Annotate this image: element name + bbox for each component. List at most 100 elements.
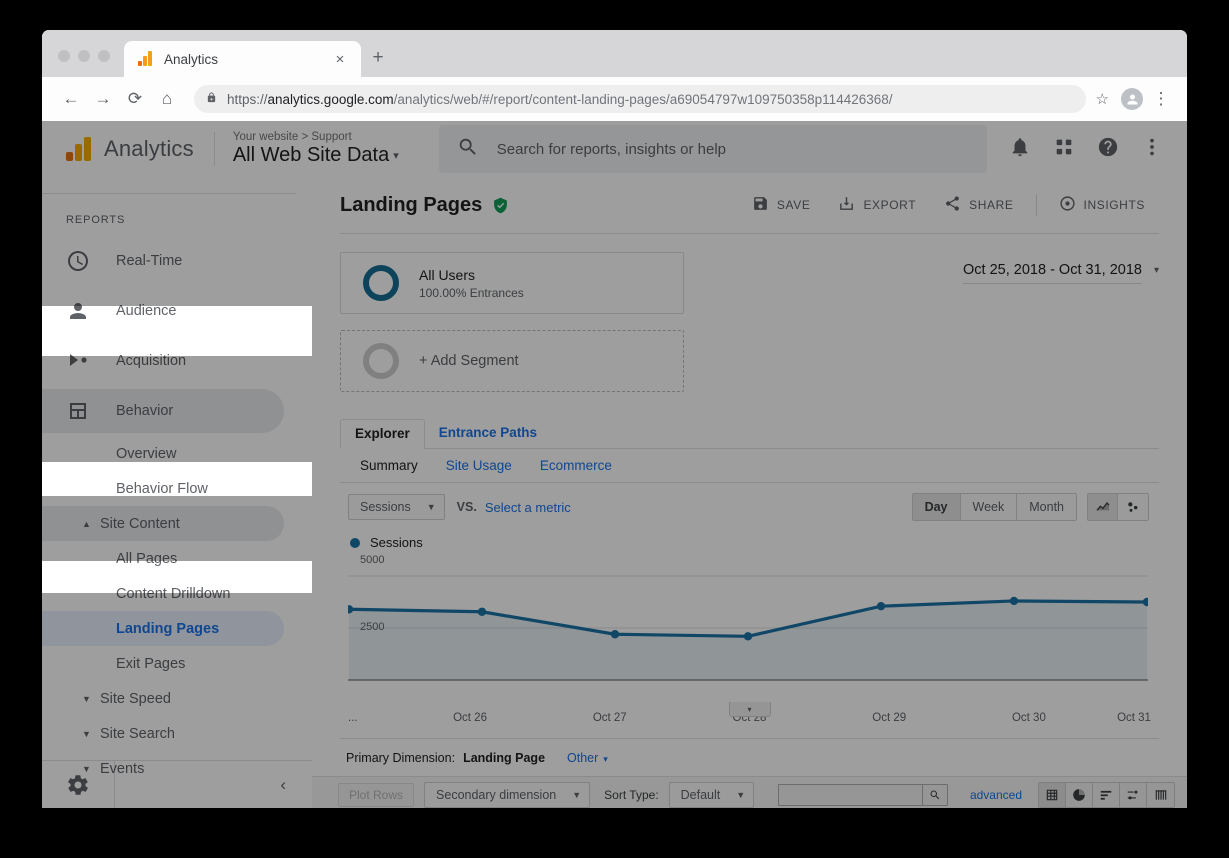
date-range-picker[interactable]: Oct 25, 2018 - Oct 31, 2018 ▾ [963,262,1159,284]
insights-button[interactable]: INSIGHTS [1045,189,1159,221]
browser-tab[interactable]: Analytics × [124,41,361,77]
property-name[interactable]: All Web Site Data ▾ [233,144,399,167]
table-search-icon[interactable] [921,784,948,806]
minimize-window-button[interactable] [78,50,90,62]
metric-select[interactable]: Sessions ▼ [348,494,445,520]
sidebar-sub-label: Events [100,760,145,777]
add-segment-button[interactable]: + Add Segment [340,330,684,392]
lock-icon [206,91,217,107]
global-search-input[interactable]: Search for reports, insights or help [497,141,726,158]
sidebar-item-audience[interactable]: Audience [42,286,312,336]
header-icon-group [1009,136,1187,163]
segment-list: All Users 100.00% Entrances + Add Segmen… [340,252,684,392]
segment-all-users[interactable]: All Users 100.00% Entrances [340,252,684,314]
sessions-line-chart[interactable]: 5000 2500 ▾ [348,554,1151,717]
chart-toolbar: Sessions ▼ VS. Select a metric Day Week … [340,483,1159,531]
address-bar[interactable]: https://analytics.google.com/analytics/w… [194,85,1086,113]
url-text: https://analytics.google.com/analytics/w… [227,92,893,107]
chevron-down-icon: ▼ [736,790,746,800]
bookmark-star-icon[interactable]: ☆ [1096,90,1109,108]
pivot-view-icon[interactable] [1147,783,1174,807]
chart-resize-handle[interactable]: ▾ [728,702,771,717]
reload-button[interactable]: ⟳ [120,84,150,114]
sidebar-item-customization[interactable]: Customization [42,177,312,187]
granularity-day[interactable]: Day [912,494,961,520]
forward-button[interactable]: → [88,84,118,114]
home-button[interactable]: ⌂ [152,84,182,114]
sidebar-item-exit-pages[interactable]: Exit Pages [42,646,312,681]
chevron-up-icon: ▲ [82,518,91,529]
back-button[interactable]: ← [56,84,86,114]
sidebar-item-real-time[interactable]: Real-Time [42,236,312,286]
bell-icon[interactable] [1009,136,1031,163]
chart-controls: Day Week Month [911,493,1149,521]
tab-explorer[interactable]: Explorer [340,419,425,449]
pie-view-icon[interactable] [1066,783,1093,807]
primary-dimension-value[interactable]: Landing Page [463,751,545,765]
sidebar-sub-label: All Pages [116,550,178,567]
profile-avatar[interactable] [1121,88,1143,110]
sidebar-section-reports: REPORTS [66,214,126,226]
bar-view-icon[interactable] [1093,783,1120,807]
segment-percent: 100.00% Entrances [419,285,524,300]
share-button[interactable]: SHARE [930,189,1027,221]
account-selector[interactable]: Your website > Support All Web Site Data… [233,131,399,167]
save-button[interactable]: SAVE [738,189,825,221]
date-range-text: Oct 25, 2018 - Oct 31, 2018 [963,262,1142,284]
line-chart-icon[interactable] [1088,494,1118,520]
sidebar-item-acquisition[interactable]: Acquisition [42,336,312,386]
sidebar-item-overview[interactable]: Overview [42,436,312,471]
global-search[interactable]: Search for reports, insights or help [438,125,987,173]
sidebar-item-content-drilldown[interactable]: Content Drilldown [42,576,312,611]
sidebar-item-behavior-flow[interactable]: Behavior Flow [42,471,312,506]
analytics-app: Analytics Your website > Support All Web… [42,121,1187,808]
granularity-week[interactable]: Week [960,494,1018,520]
tab-entrance-paths[interactable]: Entrance Paths [425,425,551,448]
chart-x-tick: Oct 26 [453,712,487,724]
granularity-month[interactable]: Month [1017,494,1076,520]
sidebar-item-landing-pages[interactable]: Landing Pages [42,611,312,646]
analytics-body: Customization REPORTS Real-Time Audience [42,177,1187,808]
bubble-chart-icon[interactable] [1118,494,1148,520]
select-a-metric-link[interactable]: Select a metric [485,500,571,515]
browser-menu-icon[interactable]: ⋮ [1149,90,1173,107]
header-divider [213,132,215,166]
new-tab-button[interactable]: + [361,47,395,69]
help-icon[interactable] [1097,136,1119,163]
export-label: EXPORT [863,198,917,212]
chart-legend: Sessions [340,531,1159,550]
maximize-window-button[interactable] [98,50,110,62]
secondary-dimension-select[interactable]: Secondary dimension ▼ [424,782,591,808]
window-traffic-lights [42,50,124,77]
chevron-left-icon[interactable]: ‹ [280,775,312,795]
table-view-icon[interactable] [1039,783,1066,807]
sidebar-item-site-content[interactable]: ▲ Site Content [42,506,312,541]
chart-svg [348,575,1148,681]
advanced-link[interactable]: advanced [970,788,1022,802]
sidebar-sub-label: Site Content [100,515,180,532]
subtab-site-usage[interactable]: Site Usage [432,458,526,473]
insights-label: INSIGHTS [1083,198,1145,212]
comparison-view-icon[interactable] [1120,783,1147,807]
url-scheme: https:// [227,91,268,107]
subtab-ecommerce[interactable]: Ecommerce [526,458,626,473]
overflow-menu-icon[interactable] [1141,136,1163,163]
sidebar-item-site-speed[interactable]: ▼ Site Speed [42,681,312,716]
export-button[interactable]: EXPORT [824,189,930,221]
sidebar-item-behavior[interactable]: Behavior [42,386,312,436]
sidebar-item-site-search[interactable]: ▼ Site Search [42,716,312,751]
chart-x-tick: Oct 31 [1117,712,1151,724]
apps-grid-icon[interactable] [1053,136,1075,163]
primary-dimension-row: Primary Dimension: Landing Page Other ▾ [340,738,1159,776]
legend-label: Sessions [370,535,423,550]
granularity-group: Day Week Month [911,493,1077,521]
close-tab-icon[interactable]: × [329,52,351,67]
sidebar-item-label: Real-Time [116,253,183,269]
primary-dimension-other[interactable]: Other ▾ [567,751,608,765]
subtab-summary[interactable]: Summary [346,458,432,473]
plot-rows-button[interactable]: Plot Rows [338,783,415,807]
close-window-button[interactable] [58,50,70,62]
sidebar-item-all-pages[interactable]: All Pages [42,541,312,576]
sort-type-select[interactable]: Default ▼ [668,782,755,808]
table-search-input[interactable] [777,784,922,806]
